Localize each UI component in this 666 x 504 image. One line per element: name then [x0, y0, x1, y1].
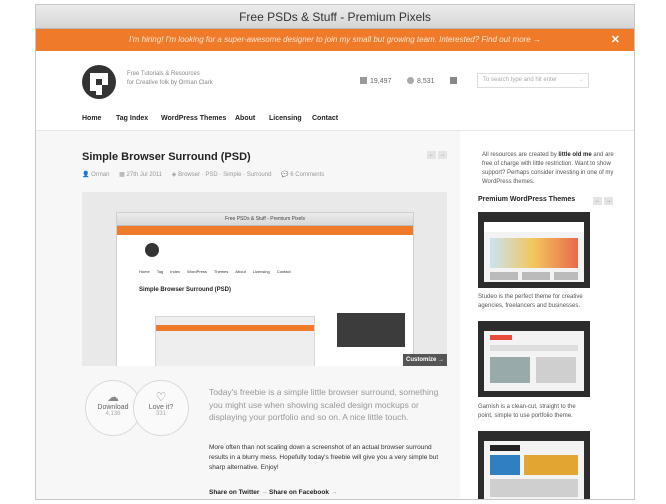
preview-window-title: Free PSDs & Stuff - Premium Pixels [117, 213, 413, 226]
arrow-icon: → [330, 489, 338, 496]
share-twitter-label: Share on Twitter [209, 489, 260, 496]
browser-window: Free PSDs & Stuff - Premium Pixels I'm h… [35, 4, 635, 500]
window-title: Free PSDs & Stuff - Premium Pixels [36, 5, 634, 29]
search-input[interactable]: To search type and hit enter → [477, 73, 589, 88]
preview-browser: Free PSDs & Stuff - Premium Pixels Home … [116, 212, 414, 366]
theme-thumbnail-third[interactable] [478, 431, 590, 499]
twitter-count[interactable]: 8,531 [407, 77, 435, 85]
close-icon[interactable]: ✕ [611, 29, 620, 51]
preview-logo [145, 243, 159, 257]
themes-prev-button[interactable]: ← [593, 197, 602, 205]
site-tagline: Free Tutorials & Resources for Creative … [127, 70, 213, 88]
next-post-button[interactable]: → [438, 151, 447, 159]
theme-thumbnail-garnish[interactable] [478, 321, 590, 397]
site-logo[interactable] [82, 65, 116, 99]
post-column: Simple Browser Surround (PSD) ← → 👤 Orma… [36, 131, 460, 499]
post-tags[interactable]: Browser · PSD · Simple · Surround [178, 172, 271, 178]
post-meta: 👤 Orman ▦ 27th Jul 2011 ◈ Browser · PSD … [82, 171, 324, 178]
customize-button[interactable]: Customize → [403, 354, 447, 366]
facebook-icon[interactable] [450, 77, 460, 85]
download-count: 4,136 [105, 411, 121, 417]
content-area: Simple Browser Surround (PSD) ← → 👤 Orma… [36, 131, 634, 499]
post-preview-image[interactable]: Free PSDs & Stuff - Premium Pixels Home … [82, 192, 447, 366]
download-label: Download [97, 404, 129, 411]
preview-nested-screenshot [155, 316, 315, 366]
share-facebook-label: Share on Facebook [269, 489, 329, 496]
nav-contact[interactable]: Contact [312, 115, 338, 122]
post-title[interactable]: Simple Browser Surround (PSD) [82, 151, 251, 163]
search-arrow-icon[interactable]: → [578, 74, 584, 87]
post-date: 27th Jul 2011 [126, 172, 163, 178]
nav-about[interactable]: About [235, 115, 255, 122]
share-facebook-link[interactable]: Share on Facebook → [269, 489, 337, 496]
love-button[interactable]: ♡ Love it? 331 [133, 380, 189, 436]
tag-icon: ◈ [171, 172, 177, 178]
download-cloud-icon: ☁ [107, 390, 119, 404]
comment-icon: 💬 [281, 172, 289, 178]
search-placeholder: To search type and hit enter [483, 77, 558, 83]
themes-heading: Premium WordPress Themes [478, 196, 576, 203]
love-label: Love it? [148, 404, 174, 411]
sidebar: All resources are created by little old … [460, 131, 634, 499]
main-nav: Home Tag Index WordPress Themes About Li… [36, 108, 634, 131]
prev-post-button[interactable]: ← [427, 151, 436, 159]
nav-tag-index[interactable]: Tag Index [116, 115, 148, 122]
preview-sidebar [337, 285, 407, 366]
preview-nav: Home Tag Index WordPress Themes About Li… [139, 269, 291, 274]
themes-next-button[interactable]: → [604, 197, 613, 205]
rss-count-value: 19,497 [370, 78, 392, 85]
share-twitter-link[interactable]: Share on Twitter → [209, 489, 268, 496]
post-comments[interactable]: 6 Comments [290, 172, 324, 178]
rss-count[interactable]: 19,497 [360, 77, 391, 85]
theme-thumbnail-studeo[interactable] [478, 212, 590, 288]
post-intro: Today's freebie is a simple little brows… [209, 387, 439, 422]
twitter-count-value: 8,531 [417, 78, 435, 85]
theme-caption-studeo: Studeo is the perfect theme for creative… [478, 294, 583, 309]
arrow-icon: → [261, 489, 268, 496]
hiring-banner-text[interactable]: I'm hiring! I'm looking for a super-awes… [129, 35, 541, 44]
sidebar-intro-link[interactable]: little old me [558, 152, 591, 158]
masthead: Free Tutorials & Resources for Creative … [36, 51, 634, 108]
post-author[interactable]: Orman [91, 172, 109, 178]
post-body: More often than not scaling down a scree… [209, 444, 439, 471]
tagline-line: for Creative folk by Orman Clark [127, 80, 213, 86]
theme-caption-garnish: Garnish is a clean-cut, straight to the … [478, 404, 576, 419]
nav-licensing[interactable]: Licensing [269, 115, 302, 122]
heart-icon: ♡ [155, 390, 167, 404]
author-icon: 👤 [82, 172, 90, 178]
preview-banner [117, 226, 413, 235]
nav-home[interactable]: Home [82, 115, 101, 122]
rss-icon [360, 77, 367, 84]
tagline-line: Free Tutorials & Resources [127, 71, 200, 77]
twitter-bird-icon [407, 77, 414, 84]
preview-post-title: Simple Browser Surround (PSD) [139, 287, 232, 293]
hiring-banner[interactable]: I'm hiring! I'm looking for a super-awes… [36, 29, 634, 51]
love-count: 331 [155, 411, 166, 417]
sidebar-intro: All resources are created by little old … [482, 151, 616, 187]
calendar-icon: ▦ [119, 172, 125, 178]
nav-wordpress-themes[interactable]: WordPress Themes [161, 115, 226, 122]
sidebar-intro-text: All resources are created by [482, 152, 559, 158]
